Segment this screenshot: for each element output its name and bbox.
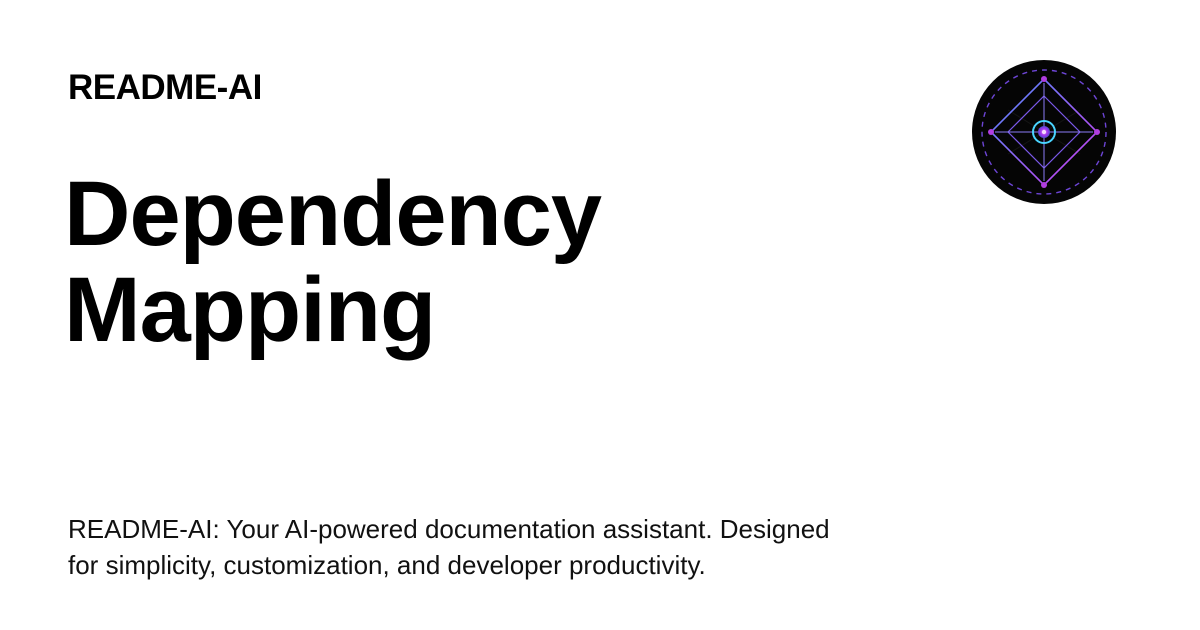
- description-line-1: README-AI: Your AI-powered documentation…: [68, 514, 830, 544]
- readme-ai-logo-icon: [972, 60, 1116, 204]
- description-line-2: for simplicity, customization, and devel…: [68, 550, 706, 580]
- logo-bottom-node: [1041, 182, 1047, 188]
- description: README-AI: Your AI-powered documentation…: [68, 511, 928, 583]
- logo-right-node: [1094, 129, 1100, 135]
- page-title-line-2: Mapping: [64, 259, 436, 361]
- logo-core-highlight: [1041, 129, 1047, 135]
- logo-top-node: [1041, 76, 1047, 82]
- page-title: Dependency Mapping: [64, 166, 824, 358]
- logo-left-node: [988, 129, 994, 135]
- page-title-line-1: Dependency: [64, 163, 602, 265]
- site-name: README-AI: [68, 68, 262, 107]
